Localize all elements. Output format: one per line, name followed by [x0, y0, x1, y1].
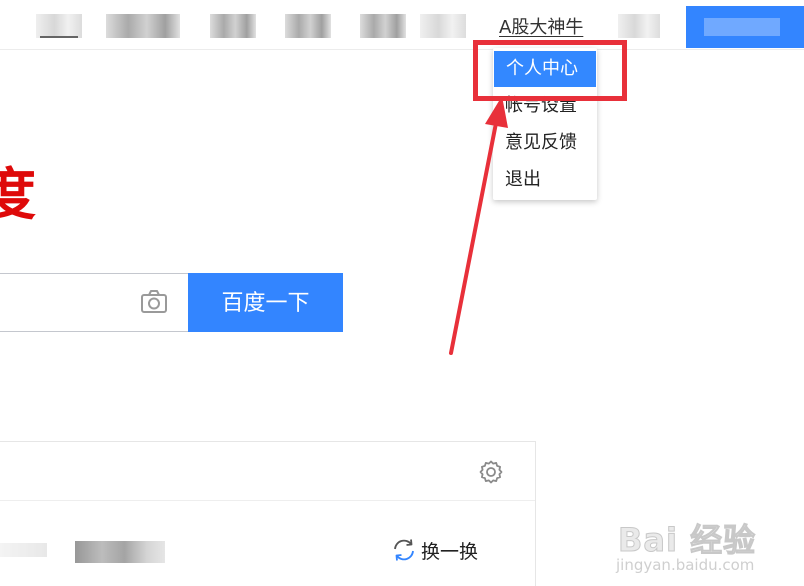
gear-icon[interactable]	[478, 459, 504, 485]
user-name-link[interactable]: A股大神牛	[499, 13, 583, 39]
hot-list-panel: 换一换	[0, 441, 536, 586]
hot-item-blurred[interactable]	[0, 543, 47, 557]
hot-list-header	[0, 442, 535, 501]
annotation-highlight-box	[473, 40, 627, 101]
baidu-logo-fragment: 度	[0, 163, 36, 228]
nav-link-blurred[interactable]	[618, 14, 660, 38]
watermark-logo: Bai 经验	[617, 515, 757, 561]
search-input[interactable]	[0, 273, 189, 332]
refresh-icon	[394, 539, 414, 561]
nav-link-blurred[interactable]	[210, 14, 256, 38]
menu-item-feedback[interactable]: 意见反馈	[493, 125, 597, 161]
nav-link-blurred[interactable]	[106, 14, 180, 38]
search-button[interactable]: 百度一下	[188, 273, 343, 332]
hot-item-blurred[interactable]	[75, 541, 165, 563]
nav-link-blurred[interactable]	[420, 14, 466, 38]
nav-link-blurred[interactable]	[36, 14, 82, 38]
nav-link-blurred[interactable]	[360, 14, 406, 38]
watermark-logo-text: Bai 经验	[617, 521, 757, 560]
top-navigation: A股大神牛	[0, 0, 804, 50]
header-blue-button[interactable]	[686, 6, 804, 48]
watermark-url: jingyan.baidu.com	[616, 556, 755, 574]
refresh-label: 换一换	[421, 540, 479, 563]
camera-icon[interactable]	[140, 289, 168, 315]
nav-link-blurred[interactable]	[285, 14, 331, 38]
refresh-button[interactable]: 换一换	[391, 537, 478, 563]
menu-item-logout[interactable]: 退出	[493, 162, 597, 198]
